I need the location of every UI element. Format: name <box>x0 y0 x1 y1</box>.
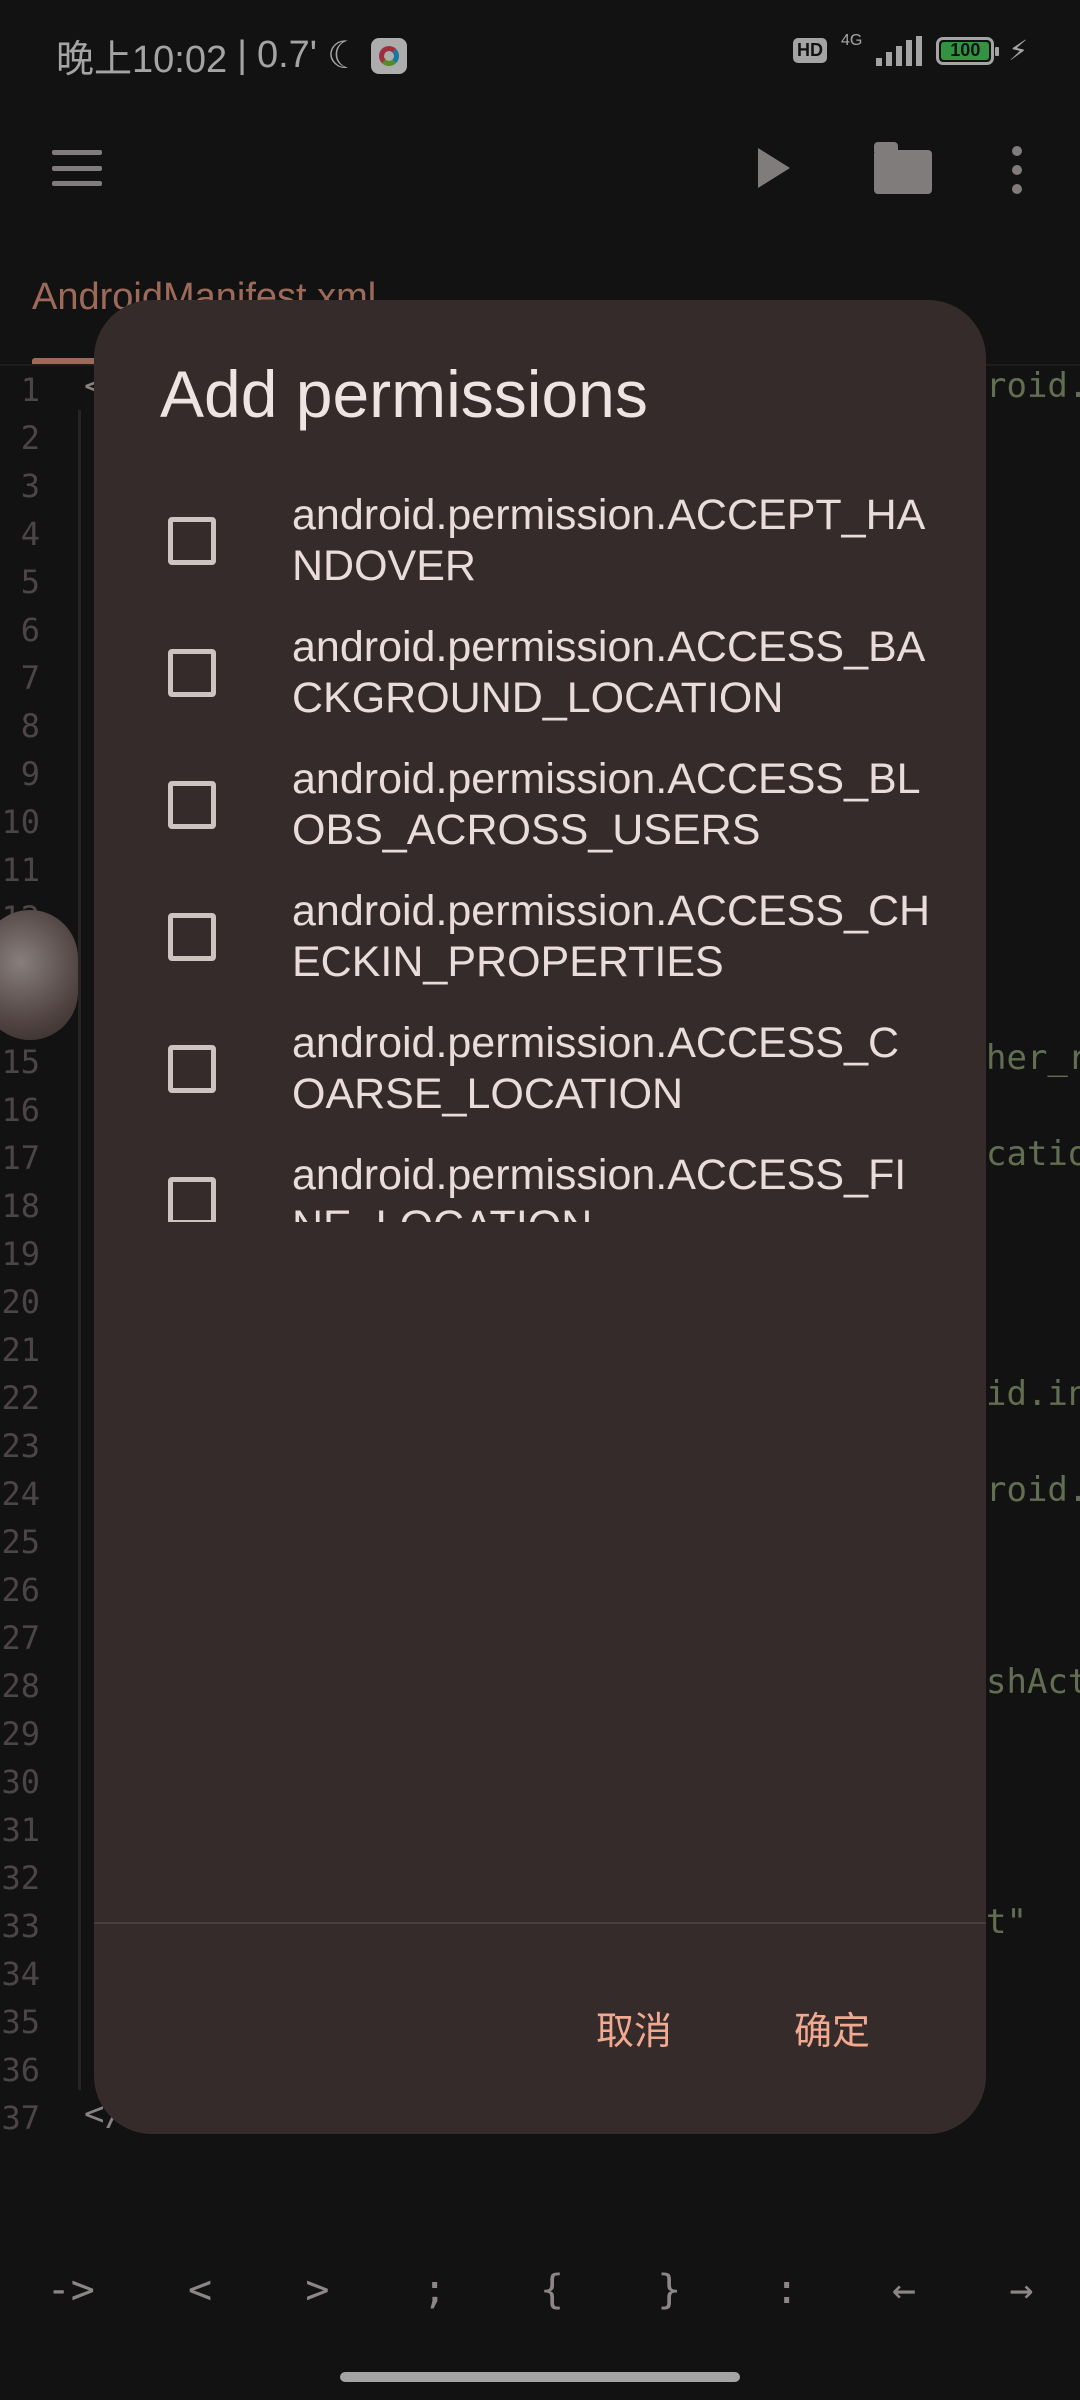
permission-label: android.permission.ACCEPT_HANDOVER <box>292 491 926 590</box>
permission-label: android.permission.ACCESS_FINE_LOCATION <box>292 1151 907 1222</box>
permission-checkbox[interactable] <box>168 649 216 697</box>
permission-checkbox[interactable] <box>168 781 216 829</box>
confirm-button[interactable]: 确定 <box>794 2000 870 2055</box>
cancel-button[interactable]: 取消 <box>596 2000 672 2055</box>
permission-checkbox[interactable] <box>168 913 216 961</box>
dialog-title: Add permissions <box>160 357 648 431</box>
permission-label: android.permission.ACCESS_CHECKIN_PROPER… <box>292 887 931 986</box>
dialog-divider <box>94 1922 986 1924</box>
permission-checkbox[interactable] <box>168 517 216 565</box>
permission-checkbox[interactable] <box>168 1045 216 1093</box>
permission-label: android.permission.ACCESS_BACKGROUND_LOC… <box>292 623 926 722</box>
permission-checkbox[interactable] <box>168 1177 216 1222</box>
permission-label: android.permission.ACCESS_BLOBS_ACROSS_U… <box>292 755 921 854</box>
add-permissions-dialog: Add permissions android.permission.ACCEP… <box>94 300 986 2134</box>
permission-label: android.permission.ACCESS_COARSE_LOCATIO… <box>292 1019 900 1118</box>
permission-list[interactable]: android.permission.ACCEPT_HANDOVERandroi… <box>94 480 986 1222</box>
